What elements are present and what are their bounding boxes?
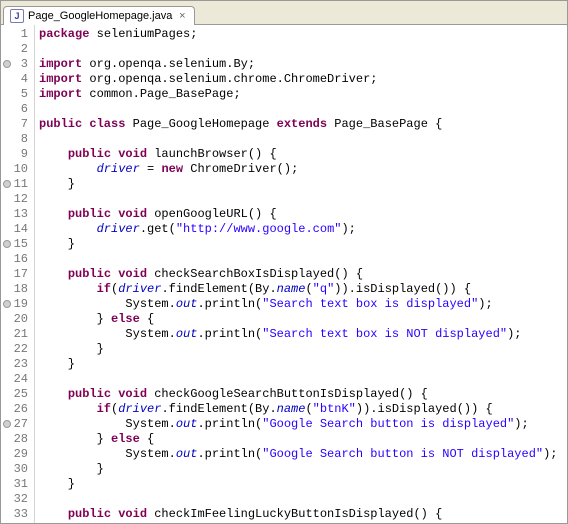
fold-marker-icon[interactable] xyxy=(3,420,11,428)
line-number: 17 xyxy=(1,267,28,282)
line-number: 9 xyxy=(1,147,28,162)
code-line[interactable]: if(driver.findElement(By.name("btnK")).i… xyxy=(39,402,567,417)
tab-title: Page_GoogleHomepage.java xyxy=(28,10,172,22)
line-number: 4 xyxy=(1,72,28,87)
code-line[interactable]: if(driver.findElement(By.name("q")).isDi… xyxy=(39,282,567,297)
code-line[interactable] xyxy=(39,42,567,57)
code-line[interactable]: System.out.println("Google Search button… xyxy=(39,447,567,462)
code-editor[interactable]: 1234567891011121314151617181920212223242… xyxy=(1,25,567,523)
code-line[interactable]: import common.Page_BasePage; xyxy=(39,87,567,102)
line-number: 12 xyxy=(1,192,28,207)
line-number: 31 xyxy=(1,477,28,492)
line-number: 18 xyxy=(1,282,28,297)
line-number: 16 xyxy=(1,252,28,267)
code-line[interactable]: System.out.println("Search text box is d… xyxy=(39,297,567,312)
editor-tab[interactable]: J Page_GoogleHomepage.java × xyxy=(3,6,195,25)
line-number: 14 xyxy=(1,222,28,237)
code-line[interactable]: driver.get("http://www.google.com"); xyxy=(39,222,567,237)
line-number: 5 xyxy=(1,87,28,102)
code-line[interactable] xyxy=(39,492,567,507)
line-number: 8 xyxy=(1,132,28,147)
line-number: 10 xyxy=(1,162,28,177)
code-line[interactable] xyxy=(39,132,567,147)
code-line[interactable]: public void checkSearchBoxIsDisplayed() … xyxy=(39,267,567,282)
line-number: 13 xyxy=(1,207,28,222)
code-line[interactable]: package seleniumPages; xyxy=(39,27,567,42)
line-number: 2 xyxy=(1,42,28,57)
code-line[interactable] xyxy=(39,192,567,207)
line-number: 27 xyxy=(1,417,28,432)
line-number: 28 xyxy=(1,432,28,447)
code-line[interactable]: public void checkGoogleSearchButtonIsDis… xyxy=(39,387,567,402)
code-line[interactable]: } xyxy=(39,357,567,372)
line-number: 6 xyxy=(1,102,28,117)
code-line[interactable] xyxy=(39,252,567,267)
code-line[interactable]: import org.openqa.selenium.By; xyxy=(39,57,567,72)
tab-bar: J Page_GoogleHomepage.java × xyxy=(1,1,567,25)
line-number: 24 xyxy=(1,372,28,387)
line-gutter: 1234567891011121314151617181920212223242… xyxy=(1,25,35,523)
code-line[interactable]: public class Page_GoogleHomepage extends… xyxy=(39,117,567,132)
java-file-icon: J xyxy=(10,9,24,23)
code-line[interactable]: } xyxy=(39,237,567,252)
code-line[interactable]: } xyxy=(39,477,567,492)
line-number: 30 xyxy=(1,462,28,477)
line-number: 25 xyxy=(1,387,28,402)
fold-marker-icon[interactable] xyxy=(3,60,11,68)
code-line[interactable]: } else { xyxy=(39,312,567,327)
line-number: 29 xyxy=(1,447,28,462)
code-line[interactable]: } xyxy=(39,177,567,192)
code-line[interactable]: public void checkImFeelingLuckyButtonIsD… xyxy=(39,507,567,522)
line-number: 3 xyxy=(1,57,28,72)
fold-marker-icon[interactable] xyxy=(3,240,11,248)
code-line[interactable]: } xyxy=(39,462,567,477)
close-icon[interactable]: × xyxy=(176,10,188,22)
code-area[interactable]: package seleniumPages; import org.openqa… xyxy=(35,25,567,523)
code-line[interactable]: import org.openqa.selenium.chrome.Chrome… xyxy=(39,72,567,87)
code-line[interactable]: } else { xyxy=(39,432,567,447)
line-number: 7 xyxy=(1,117,28,132)
line-number: 1 xyxy=(1,27,28,42)
line-number: 15 xyxy=(1,237,28,252)
line-number: 33 xyxy=(1,507,28,522)
code-line[interactable]: System.out.println("Google Search button… xyxy=(39,417,567,432)
code-line[interactable]: driver = new ChromeDriver(); xyxy=(39,162,567,177)
line-number: 19 xyxy=(1,297,28,312)
fold-marker-icon[interactable] xyxy=(3,300,11,308)
code-line[interactable] xyxy=(39,102,567,117)
code-line[interactable]: } xyxy=(39,342,567,357)
line-number: 11 xyxy=(1,177,28,192)
fold-marker-icon[interactable] xyxy=(3,180,11,188)
line-number: 20 xyxy=(1,312,28,327)
line-number: 32 xyxy=(1,492,28,507)
line-number: 26 xyxy=(1,402,28,417)
code-line[interactable] xyxy=(39,372,567,387)
code-line[interactable]: System.out.println("Search text box is N… xyxy=(39,327,567,342)
code-line[interactable]: public void launchBrowser() { xyxy=(39,147,567,162)
line-number: 21 xyxy=(1,327,28,342)
code-line[interactable]: public void openGoogleURL() { xyxy=(39,207,567,222)
line-number: 22 xyxy=(1,342,28,357)
line-number: 23 xyxy=(1,357,28,372)
